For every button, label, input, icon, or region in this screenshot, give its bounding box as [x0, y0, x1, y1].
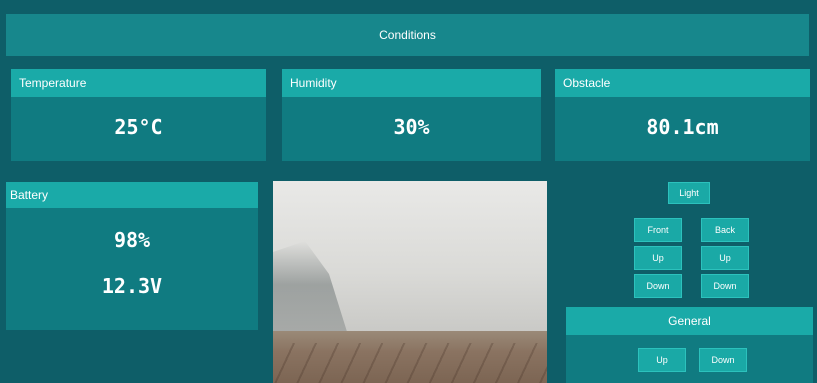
humidity-value: 30% [393, 115, 430, 139]
camera-feed [273, 181, 547, 383]
general-title: General [566, 307, 813, 335]
general-down-button[interactable]: Down [699, 348, 747, 372]
humidity-card: Humidity 30% [282, 69, 541, 161]
down-left-button[interactable]: Down [634, 274, 682, 298]
temperature-card: Temperature 25°C [11, 69, 266, 161]
battery-card: Battery 98% 12.3V [6, 182, 258, 330]
battery-voltage: 12.3V [101, 274, 163, 298]
obstacle-label: Obstacle [555, 69, 810, 97]
back-button[interactable]: Back [701, 218, 749, 242]
battery-label: Battery [6, 182, 258, 208]
general-up-button[interactable]: Up [638, 348, 686, 372]
up-right-button[interactable]: Up [701, 246, 749, 270]
obstacle-card: Obstacle 80.1cm [555, 69, 810, 161]
front-button[interactable]: Front [634, 218, 682, 242]
battery-percent: 98% [113, 228, 151, 252]
temperature-label: Temperature [11, 69, 266, 97]
down-right-button[interactable]: Down [701, 274, 749, 298]
humidity-label: Humidity [282, 69, 541, 97]
obstacle-value: 80.1cm [646, 115, 719, 139]
general-panel: General [566, 307, 813, 383]
temperature-value: 25°C [114, 115, 163, 139]
light-button[interactable]: Light [668, 182, 710, 204]
up-left-button[interactable]: Up [634, 246, 682, 270]
camera-floor [273, 331, 547, 383]
conditions-header: Conditions [6, 14, 809, 56]
page-title: Conditions [379, 28, 436, 42]
